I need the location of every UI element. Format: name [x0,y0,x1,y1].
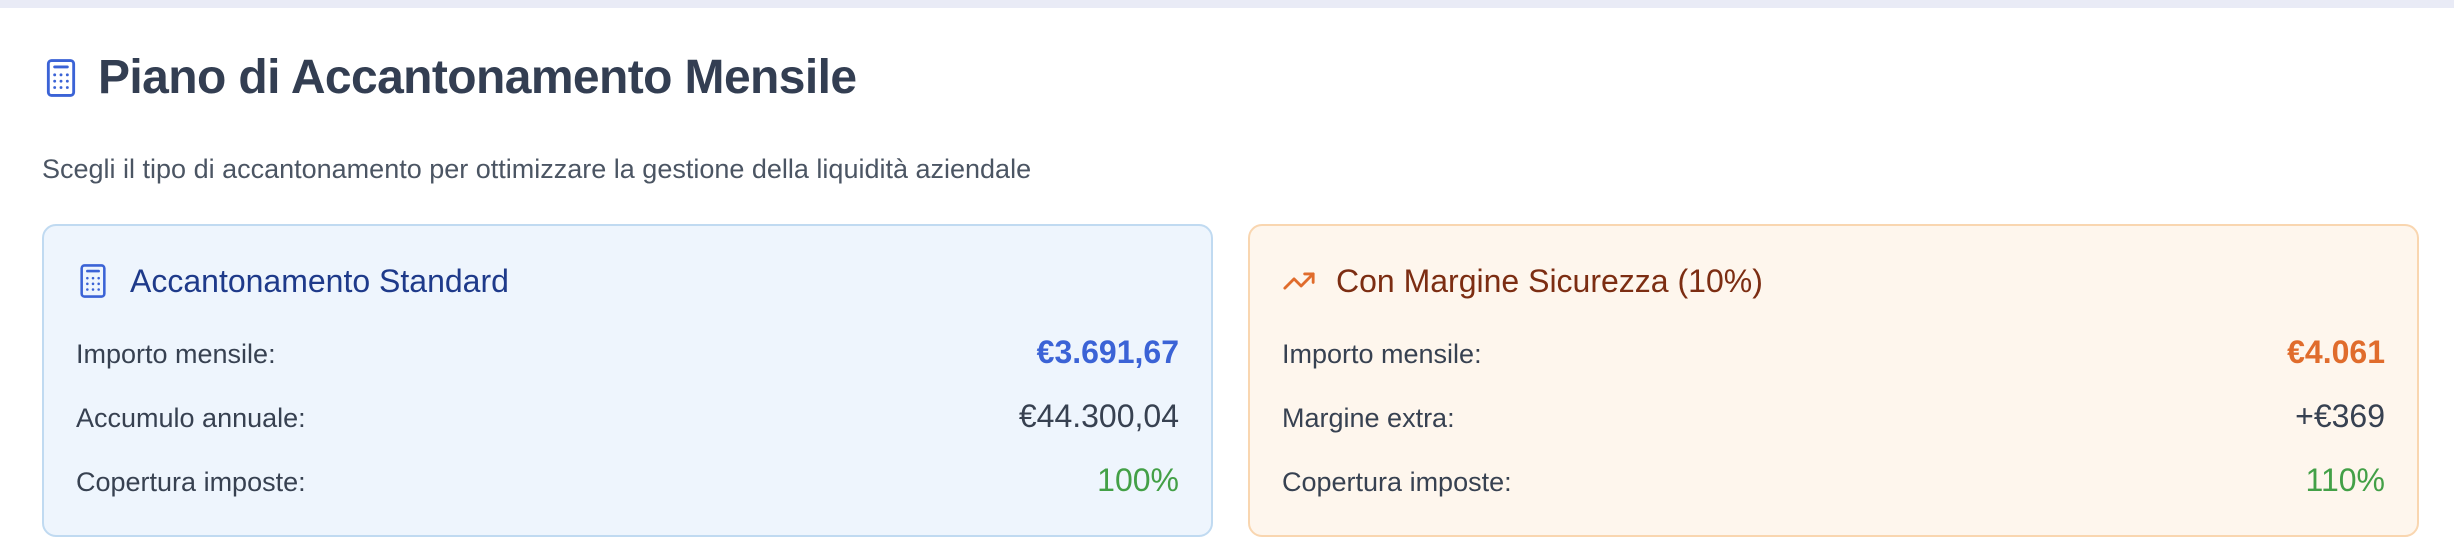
tax-coverage-row: Copertura imposte: 110% [1282,462,2385,499]
row-label: Margine extra: [1282,403,1455,433]
annual-accumulation-value: €44.300,04 [1018,398,1179,434]
row-label: Copertura imposte: [1282,467,1512,497]
safety-margin-card[interactable]: Con Margine Sicurezza (10%) Importo mens… [1248,224,2419,537]
row-label: Copertura imposte: [76,467,306,497]
tax-coverage-value: 100% [1097,462,1179,498]
row-label: Importo mensile: [76,339,276,369]
monthly-amount-row: Importo mensile: €3.691,67 [76,334,1179,371]
page-subtitle: Scegli il tipo di accantonamento per ott… [42,154,1032,184]
monthly-amount-value: €4.061 [2287,334,2385,370]
tax-coverage-value: 110% [2305,462,2385,498]
row-label: Accumulo annuale: [76,403,306,433]
extra-margin-row: Margine extra: +€369 [1282,398,2385,435]
calculator-icon [76,262,110,300]
page-title: Piano di Accantonamento Mensile [98,51,857,104]
monthly-amount-value: €3.691,67 [1036,334,1179,370]
standard-savings-card[interactable]: Accantonamento Standard Importo mensile:… [42,224,1213,537]
page-header: Piano di Accantonamento Mensile [42,50,857,105]
top-accent-bar [0,0,2454,8]
card-title: Accantonamento Standard [130,262,509,299]
annual-accumulation-row: Accumulo annuale: €44.300,04 [76,398,1179,435]
calculator-icon [42,57,80,99]
row-label: Importo mensile: [1282,339,1482,369]
card-header: Con Margine Sicurezza (10%) [1282,262,1763,300]
extra-margin-value: +€369 [2295,398,2385,434]
monthly-amount-row: Importo mensile: €4.061 [1282,334,2385,371]
tax-coverage-row: Copertura imposte: 100% [76,462,1179,499]
trending-up-icon [1282,262,1316,300]
card-header: Accantonamento Standard [76,262,509,300]
card-title: Con Margine Sicurezza (10%) [1336,262,1763,299]
